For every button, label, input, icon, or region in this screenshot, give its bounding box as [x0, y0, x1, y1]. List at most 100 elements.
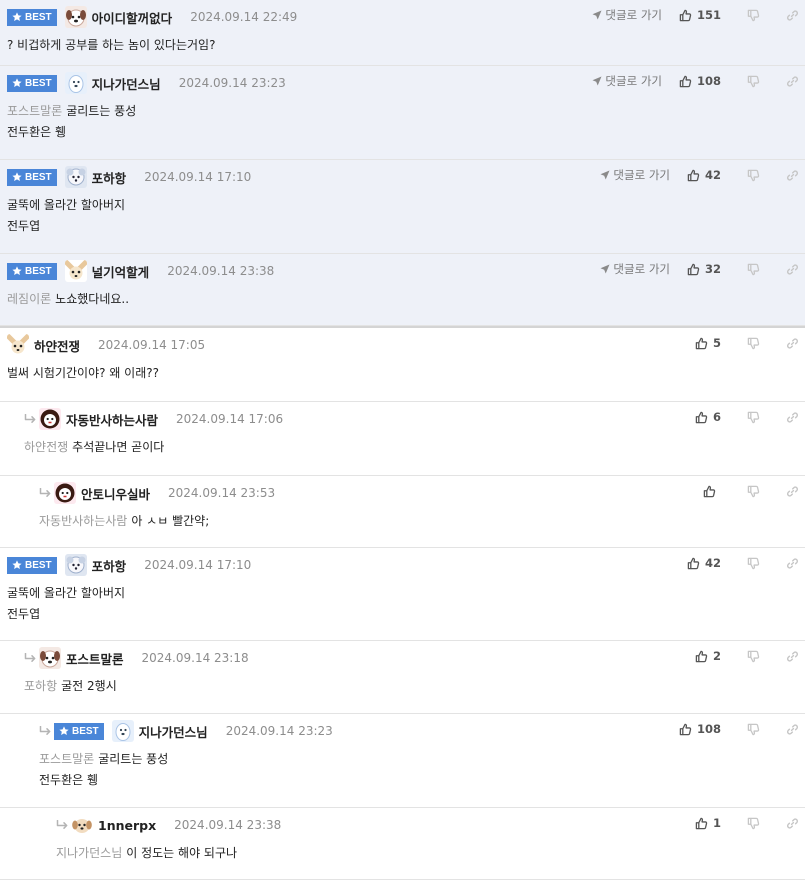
upvote-count: 108 [696, 722, 721, 736]
comment-line: 포스트말론 굴리트는 풍성 [39, 749, 168, 770]
comment-body: 자동반사하는사람 아 ㅅㅂ 빨간약; [39, 511, 209, 532]
link-icon[interactable] [786, 485, 799, 498]
goto-comment-link[interactable]: 댓글로 가기 [592, 7, 662, 23]
best-badge: BEST [54, 722, 104, 740]
reply-target[interactable]: 하얀전쟁 [24, 440, 68, 454]
author-nickname[interactable]: 널기억할게 [92, 262, 150, 281]
author-nickname[interactable]: 포하항 [92, 168, 127, 187]
upvote-button[interactable]: 6 [695, 410, 721, 424]
upvote-button[interactable]: 42 [687, 168, 721, 182]
thumbs-down-icon[interactable] [747, 650, 760, 663]
avatar[interactable] [7, 334, 29, 356]
best-label: BEST [25, 77, 52, 89]
author-nickname[interactable]: 포하항 [92, 556, 127, 575]
link-icon[interactable] [786, 75, 799, 88]
best-label: BEST [25, 11, 52, 23]
upvote-button[interactable]: 5 [695, 336, 721, 350]
author-nickname[interactable]: 하얀전쟁 [34, 336, 80, 355]
upvote-button[interactable] [703, 485, 721, 498]
upvote-count: 1 [712, 816, 721, 830]
goto-comment-link[interactable]: 댓글로 가기 [592, 73, 662, 89]
upvote-button[interactable]: 32 [687, 262, 721, 276]
comment-body: 굴뚝에 올라간 할아버지 전두엽 [7, 583, 125, 625]
goto-label: 댓글로 가기 [605, 74, 662, 88]
link-icon[interactable] [786, 723, 799, 736]
link-icon[interactable] [786, 411, 799, 424]
author-nickname[interactable]: 포스트말론 [66, 649, 124, 668]
reply-target[interactable]: 포스트말론 [7, 104, 62, 118]
reply-arrow-icon [56, 819, 69, 829]
author-nickname[interactable]: 자동반사하는사람 [66, 410, 158, 429]
location-arrow-icon [600, 264, 613, 274]
avatar[interactable] [111, 720, 134, 742]
best-label: BEST [25, 559, 52, 571]
location-arrow-icon [592, 10, 605, 20]
comment-item: 포스트말론 2024.09.14 23:18 포하항 굴전 2행시 2 [0, 641, 805, 714]
thumbs-down-icon[interactable] [747, 817, 760, 830]
upvote-button[interactable]: 1 [695, 816, 721, 830]
reply-target[interactable]: 지나가던스님 [56, 846, 122, 860]
thumbs-up-icon [679, 723, 697, 736]
author-nickname[interactable]: 안토니우실바 [81, 484, 150, 503]
upvote-button[interactable]: 2 [695, 649, 721, 663]
avatar[interactable] [64, 166, 87, 188]
link-icon[interactable] [786, 817, 799, 830]
comment-text: 노쇼했다네요.. [55, 292, 130, 306]
avatar[interactable] [39, 408, 61, 430]
author-nickname[interactable]: 아이디할꺼없다 [92, 8, 173, 27]
link-icon[interactable] [786, 337, 799, 350]
comment-text: 이 정도는 해야 되구나 [126, 846, 238, 860]
upvote-button[interactable]: 42 [687, 556, 721, 570]
thumbs-down-icon[interactable] [747, 337, 760, 350]
thumbs-down-icon[interactable] [747, 263, 760, 276]
comment-line: 굴뚝에 올라간 할아버지 [7, 195, 125, 216]
comment-actions: 댓글로 가기 108 [592, 74, 799, 88]
link-icon[interactable] [786, 557, 799, 570]
upvote-button[interactable]: 108 [679, 74, 721, 88]
thumbs-down-icon[interactable] [747, 9, 760, 22]
comment-actions: 5 [695, 336, 799, 350]
thumbs-up-icon [679, 9, 697, 22]
best-label: BEST [25, 171, 52, 183]
comment-body: 포하항 굴전 2행시 [24, 676, 117, 697]
goto-comment-link[interactable]: 댓글로 가기 [600, 167, 670, 183]
thumbs-up-icon [703, 485, 721, 498]
author-nickname[interactable]: 지나가던스님 [139, 722, 208, 741]
thumbs-down-icon[interactable] [747, 169, 760, 182]
link-icon[interactable] [786, 169, 799, 182]
avatar[interactable] [64, 554, 87, 576]
thumbs-up-icon [695, 650, 713, 663]
link-icon[interactable] [786, 9, 799, 22]
avatar[interactable] [39, 647, 61, 669]
upvote-button[interactable]: 151 [679, 8, 721, 22]
comment-item: BEST 포하항 2024.09.14 17:10 굴뚝에 올라간 할아버지 전두엽 42 [0, 548, 805, 641]
thumbs-down-icon[interactable] [747, 557, 760, 570]
avatar[interactable] [64, 260, 87, 282]
avatar[interactable] [71, 814, 93, 836]
avatar[interactable] [54, 482, 76, 504]
thumbs-down-icon[interactable] [747, 485, 760, 498]
thumbs-down-icon[interactable] [747, 75, 760, 88]
avatar[interactable] [64, 6, 87, 28]
reply-target[interactable]: 레짐이론 [7, 292, 51, 306]
reply-target[interactable]: 자동반사하는사람 [39, 514, 127, 528]
thumbs-down-icon[interactable] [747, 723, 760, 736]
comment-date: 2024.09.14 23:23 [178, 76, 286, 90]
avatar[interactable] [64, 72, 87, 94]
comment-line: 굴뚝에 올라간 할아버지 [7, 583, 125, 604]
star-icon [12, 172, 22, 182]
author-nickname[interactable]: 지나가던스님 [92, 74, 161, 93]
reply-target[interactable]: 포하항 [24, 679, 57, 693]
upvote-button[interactable]: 108 [679, 722, 721, 736]
comment-item: BEST 지나가던스님 2024.09.14 23:23 포스트말론 굴리트는 풍성 전두… [0, 714, 805, 808]
comment-actions [703, 484, 799, 498]
link-icon[interactable] [786, 263, 799, 276]
author-nickname[interactable]: 1nnerpx [98, 818, 156, 833]
reply-target[interactable]: 포스트말론 [39, 752, 94, 766]
comment-text: 전두환은 휑 [39, 773, 99, 787]
link-icon[interactable] [786, 650, 799, 663]
thumbs-down-icon[interactable] [747, 411, 760, 424]
comment-line: 전두환은 휑 [7, 122, 136, 143]
best-divider [0, 326, 805, 328]
goto-comment-link[interactable]: 댓글로 가기 [600, 261, 670, 277]
